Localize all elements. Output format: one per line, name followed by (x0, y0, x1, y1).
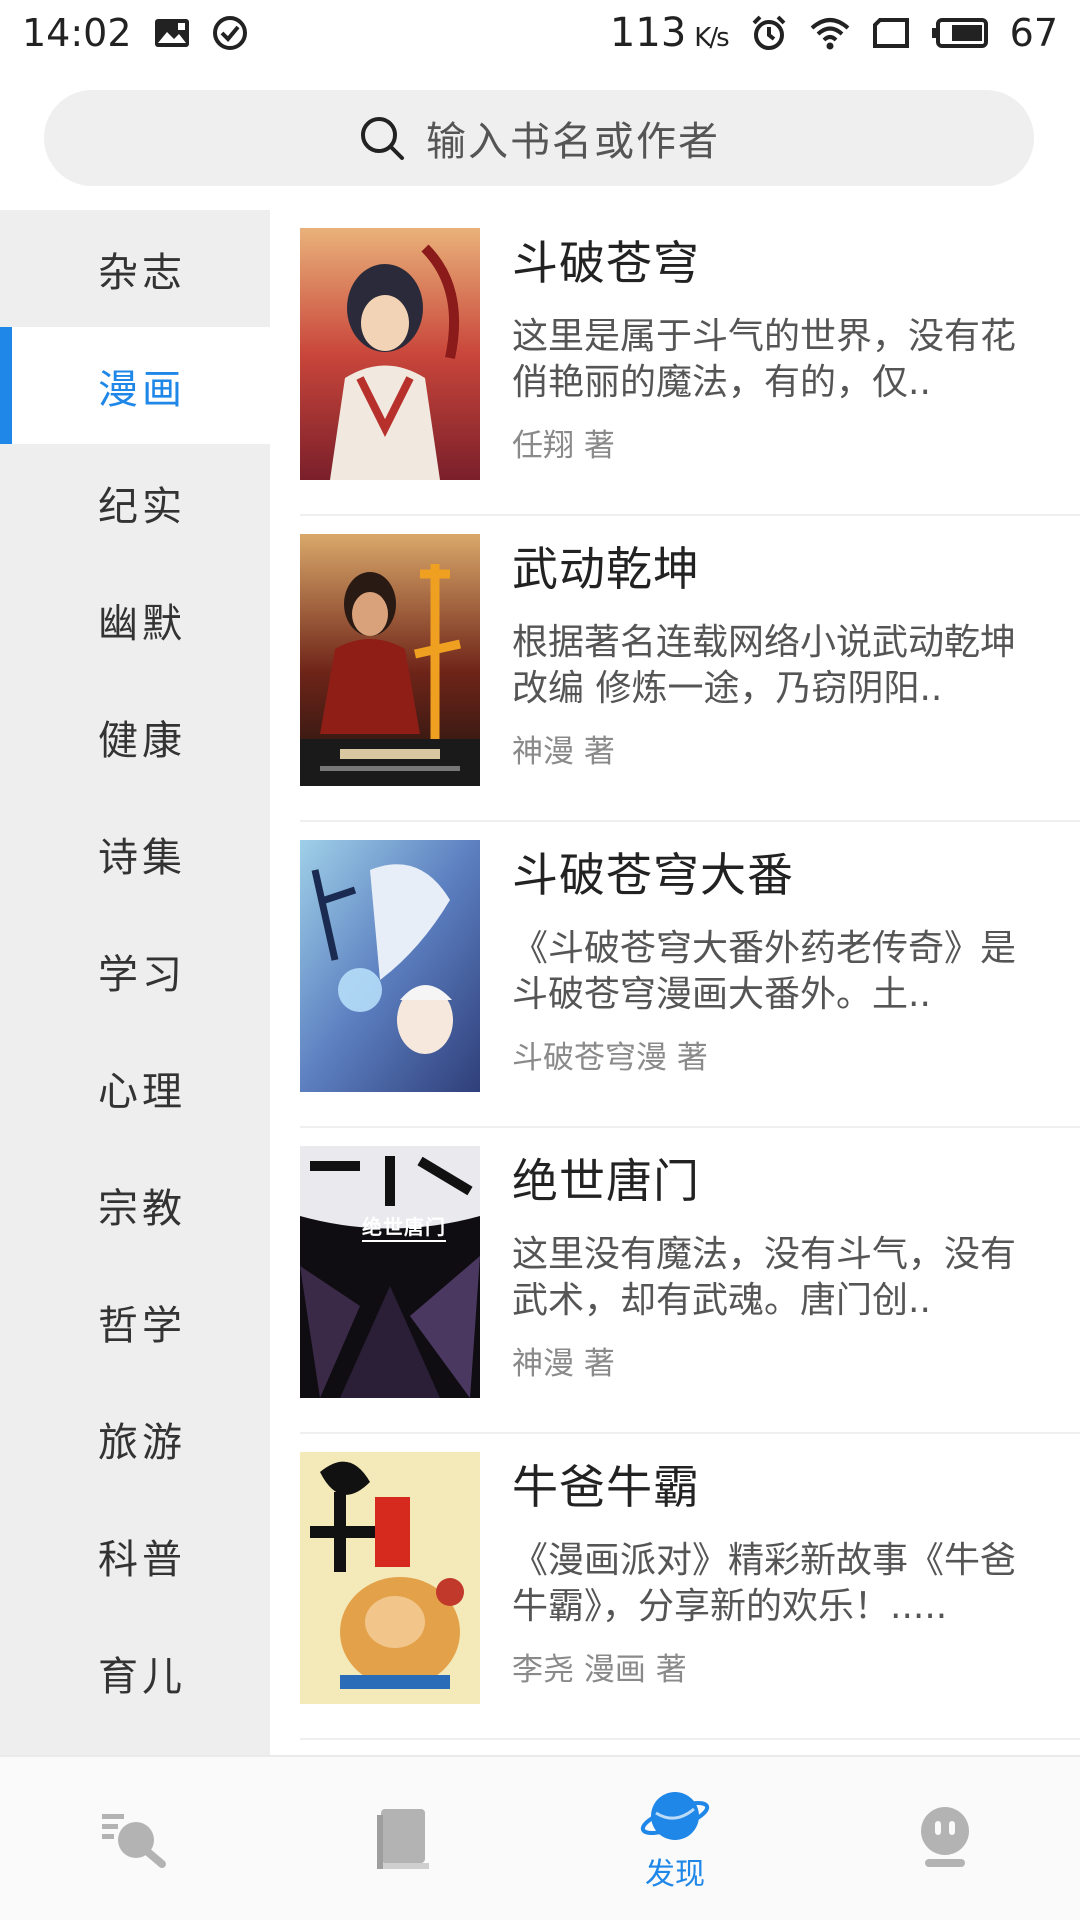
network-speed: 113 K/s (609, 10, 730, 56)
sidebar-item-label: 杂志 (98, 249, 186, 296)
book-author: 斗破苍穹漫 著 (512, 1040, 708, 1076)
book-author: 李尧 漫画 著 (512, 1652, 687, 1688)
bottom-navigation: 发现 (0, 1755, 1080, 1920)
search-icon (358, 114, 406, 162)
cover-title: 绝世唐门 (362, 1211, 446, 1242)
list-item[interactable]: 斗破苍穹大番 《斗破苍穹大番外药老传奇》是斗破苍穹漫画大番外。土.. 斗破苍穹漫… (270, 822, 1080, 1128)
profile-icon (913, 1805, 977, 1871)
sidebar-item-label: 诗集 (98, 834, 186, 881)
list-item[interactable]: 绝世唐门 绝世唐门 这里没有魔法，没有斗气，没有武术，却有武魂。唐门创.. 神漫… (270, 1128, 1080, 1434)
book-info: 武动乾坤 根据著名连载网络小说武动乾坤改编 修炼一途，乃窃阴阳.. 神漫 著 (512, 534, 1032, 822)
list-item[interactable]: 武动乾坤 根据著名连载网络小说武动乾坤改编 修炼一途，乃窃阴阳.. 神漫 著 (270, 516, 1080, 822)
book-cover[interactable] (300, 228, 480, 480)
sidebar-item-label: 育儿 (98, 1653, 186, 1700)
sidebar-item-magazine[interactable]: 杂志 (0, 210, 270, 327)
sidebar-item-documentary[interactable]: 纪实 (0, 444, 270, 561)
book-title[interactable]: 斗破苍穹 (512, 232, 1032, 294)
list-item[interactable]: 斗破苍穹 这里是属于斗气的世界，没有花俏艳丽的魔法，有的，仅.. 任翔 著 (270, 210, 1080, 516)
sidebar-item-label: 哲学 (98, 1302, 186, 1349)
sidebar-item-label: 学习 (98, 951, 186, 998)
screen-icon (872, 17, 910, 49)
category-sidebar: 杂志 漫画 纪实 幽默 健康 诗集 学习 心理 宗教 哲学 旅游 科普 育儿 (0, 210, 270, 1755)
sidebar-item-humor[interactable]: 幽默 (0, 561, 270, 678)
tab-profile[interactable] (810, 1757, 1080, 1920)
sidebar-item-label: 科普 (98, 1536, 186, 1583)
book-cover[interactable] (300, 1452, 480, 1704)
tab-search[interactable] (0, 1757, 270, 1920)
book-description: 根据著名连载网络小说武动乾坤改编 修炼一途，乃窃阴阳.. (512, 622, 1017, 709)
book-info: 牛爸牛霸 《漫画派对》精彩新故事《牛爸牛霸》，分享新的欢乐！..... 李尧 漫… (512, 1452, 1032, 1740)
battery-level: 67 (1009, 11, 1058, 55)
speed-value: 113 (609, 10, 687, 56)
sidebar-item-religion[interactable]: 宗教 (0, 1146, 270, 1263)
sidebar-item-study[interactable]: 学习 (0, 912, 270, 1029)
book-author: 神漫 著 (512, 734, 615, 770)
sidebar-item-label: 漫画 (98, 366, 186, 413)
book-description: 这里是属于斗气的世界，没有花俏艳丽的魔法，有的，仅.. (512, 316, 1017, 403)
book-title[interactable]: 武动乾坤 (512, 538, 1032, 600)
sidebar-item-philosophy[interactable]: 哲学 (0, 1263, 270, 1380)
sidebar-item-label: 健康 (98, 717, 186, 764)
picture-icon (154, 18, 190, 48)
search-list-icon (100, 1808, 170, 1868)
book-description: 《漫画派对》精彩新故事《牛爸牛霸》，分享新的欢乐！..... (512, 1540, 1017, 1627)
book-list: 斗破苍穹 这里是属于斗气的世界，没有花俏艳丽的魔法，有的，仅.. 任翔 著 武动… (270, 210, 1080, 1755)
tab-label: 发现 (645, 1856, 705, 1892)
sidebar-item-science[interactable]: 科普 (0, 1497, 270, 1614)
sidebar-item-travel[interactable]: 旅游 (0, 1380, 270, 1497)
sidebar-item-label: 心理 (98, 1068, 186, 1115)
tab-discover[interactable]: 发现 (540, 1757, 810, 1920)
sidebar-item-psychology[interactable]: 心理 (0, 1029, 270, 1146)
search-placeholder: 输入书名或作者 (426, 119, 720, 165)
book-info: 斗破苍穹 这里是属于斗气的世界，没有花俏艳丽的魔法，有的，仅.. 任翔 著 (512, 228, 1032, 516)
search-input[interactable]: 输入书名或作者 (44, 90, 1034, 186)
book-cover[interactable]: 绝世唐门 (300, 1146, 480, 1398)
book-info: 斗破苍穹大番 《斗破苍穹大番外药老传奇》是斗破苍穹漫画大番外。土.. 斗破苍穹漫… (512, 840, 1032, 1128)
sidebar-item-label: 旅游 (98, 1419, 186, 1466)
list-item[interactable]: 牛爸牛霸 《漫画派对》精彩新故事《牛爸牛霸》，分享新的欢乐！..... 李尧 漫… (270, 1434, 1080, 1740)
book-title[interactable]: 牛爸牛霸 (512, 1456, 1032, 1518)
speed-unit: K/s (694, 23, 729, 53)
check-circle-icon (212, 15, 248, 51)
sidebar-item-parenting[interactable]: 育儿 (0, 1614, 270, 1731)
book-title[interactable]: 斗破苍穹大番 (512, 844, 1032, 906)
book-author: 任翔 著 (512, 428, 615, 464)
planet-icon (640, 1785, 710, 1847)
book-info: 绝世唐门 这里没有魔法，没有斗气，没有武术，却有武魂。唐门创.. 神漫 著 (512, 1146, 1032, 1434)
sidebar-item-comics[interactable]: 漫画 (0, 327, 270, 444)
status-bar: 14:02 113 K/s 67 (0, 0, 1080, 66)
sidebar-item-poetry[interactable]: 诗集 (0, 795, 270, 912)
sidebar-item-label: 宗教 (98, 1185, 186, 1232)
book-cover[interactable] (300, 840, 480, 1092)
book-description: 这里没有魔法，没有斗气，没有武术，却有武魂。唐门创.. (512, 1234, 1017, 1321)
book-cover[interactable] (300, 534, 480, 786)
book-description: 《斗破苍穹大番外药老传奇》是斗破苍穹漫画大番外。土.. (512, 928, 1017, 1015)
tab-bookshelf[interactable] (270, 1757, 540, 1920)
sidebar-item-label: 幽默 (98, 600, 186, 647)
status-left: 14:02 (22, 11, 248, 55)
sidebar-item-label: 纪实 (98, 483, 186, 530)
book-icon (375, 1805, 435, 1871)
wifi-icon (810, 16, 850, 50)
status-right: 113 K/s 67 (610, 10, 1058, 56)
book-title[interactable]: 绝世唐门 (512, 1150, 1032, 1212)
battery-icon (931, 18, 988, 48)
book-author: 神漫 著 (512, 1346, 615, 1382)
alarm-icon (750, 14, 788, 52)
status-time: 14:02 (22, 11, 132, 55)
sidebar-item-health[interactable]: 健康 (0, 678, 270, 795)
